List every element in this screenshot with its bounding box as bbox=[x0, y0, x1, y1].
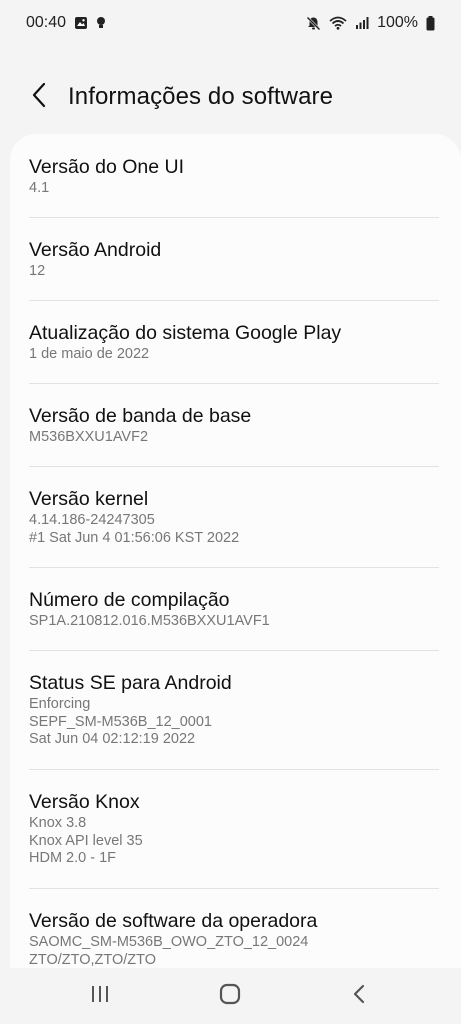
recents-button[interactable] bbox=[80, 980, 120, 1012]
item-subtitle: SEPF_SM-M536B_12_0001 bbox=[29, 713, 212, 730]
item-subtitle: SP1A.210812.016.M536BXXU1AVF1 bbox=[29, 613, 270, 629]
wifi-icon bbox=[329, 16, 347, 30]
back-button[interactable] bbox=[24, 82, 54, 112]
mute-icon bbox=[306, 16, 321, 31]
list-item-carrier-software-version[interactable]: Versão de software da operadora SAOMC_SM… bbox=[10, 889, 461, 968]
list-item-android-version[interactable]: Versão Android 12 bbox=[10, 218, 461, 301]
list-item-se-android-status[interactable]: Status SE para Android Enforcing SEPF_SM… bbox=[10, 651, 461, 770]
item-subtitle: 4.14.186-24247305 bbox=[29, 512, 155, 528]
item-subtitle: HDM 2.0 - 1F bbox=[29, 850, 117, 866]
item-title: Atualização do sistema Google Play bbox=[29, 322, 342, 344]
item-subtitle: Enforcing bbox=[29, 696, 91, 712]
navigation-bar bbox=[0, 968, 461, 1024]
item-subtitle: 12 bbox=[29, 263, 46, 279]
back-icon bbox=[352, 983, 366, 1010]
header: Informações do software bbox=[0, 72, 461, 122]
bulb-icon bbox=[96, 16, 106, 30]
item-subtitle: 1 de maio de 2022 bbox=[29, 346, 150, 362]
item-title: Número de compilação bbox=[29, 589, 230, 611]
item-title: Status SE para Android bbox=[29, 672, 232, 694]
list-item-build-number[interactable]: Número de compilação SP1A.210812.016.M53… bbox=[10, 568, 461, 651]
list-item-kernel-version[interactable]: Versão kernel 4.14.186-24247305 #1 Sat J… bbox=[10, 467, 461, 568]
list-item-knox-version[interactable]: Versão Knox Knox 3.8 Knox API level 35 H… bbox=[10, 770, 461, 889]
item-title: Versão de banda de base bbox=[29, 405, 252, 427]
item-subtitle: Knox 3.8 bbox=[29, 815, 87, 831]
battery-percent: 100% bbox=[377, 14, 418, 31]
item-subtitle: Sat Jun 04 02:12:19 2022 bbox=[29, 731, 196, 747]
item-title: Versão kernel bbox=[29, 488, 149, 510]
status-left: 00:40 bbox=[26, 14, 106, 32]
page-title: Informações do software bbox=[68, 83, 334, 110]
recents-icon bbox=[90, 985, 110, 1008]
item-title: Versão do One UI bbox=[29, 156, 185, 178]
signal-icon bbox=[355, 16, 369, 30]
list-item-baseband-version[interactable]: Versão de banda de base M536BXXU1AVF2 bbox=[10, 384, 461, 467]
nav-back-button[interactable] bbox=[339, 980, 379, 1012]
settings-card: Versão do One UI 4.1 Versão Android 12 A… bbox=[10, 134, 461, 968]
item-title: Versão Android bbox=[29, 239, 162, 261]
home-icon bbox=[219, 983, 241, 1010]
battery-icon bbox=[426, 15, 435, 31]
status-time: 00:40 bbox=[26, 14, 67, 31]
gallery-icon bbox=[74, 16, 88, 30]
item-subtitle: SAOMC_SM-M536B_OWO_ZTO_12_0024 bbox=[29, 934, 309, 950]
status-bar: 00:40 100% bbox=[0, 0, 461, 46]
list-item-google-play-update[interactable]: Atualização do sistema Google Play 1 de … bbox=[10, 301, 461, 384]
item-subtitle: Knox API level 35 bbox=[29, 832, 143, 849]
list-item-one-ui-version[interactable]: Versão do One UI 4.1 bbox=[10, 134, 461, 218]
item-subtitle: #1 Sat Jun 4 01:56:06 KST 2022 bbox=[29, 529, 240, 546]
status-right: 100% bbox=[306, 14, 435, 32]
item-subtitle: M536BXXU1AVF2 bbox=[29, 429, 149, 445]
item-title: Versão de software da operadora bbox=[29, 910, 318, 932]
item-subtitle: ZTO/ZTO,ZTO/ZTO bbox=[29, 951, 157, 968]
item-title: Versão Knox bbox=[29, 791, 140, 813]
item-subtitle: 4.1 bbox=[29, 180, 50, 196]
home-button[interactable] bbox=[210, 980, 250, 1012]
chevron-left-icon bbox=[31, 82, 47, 113]
